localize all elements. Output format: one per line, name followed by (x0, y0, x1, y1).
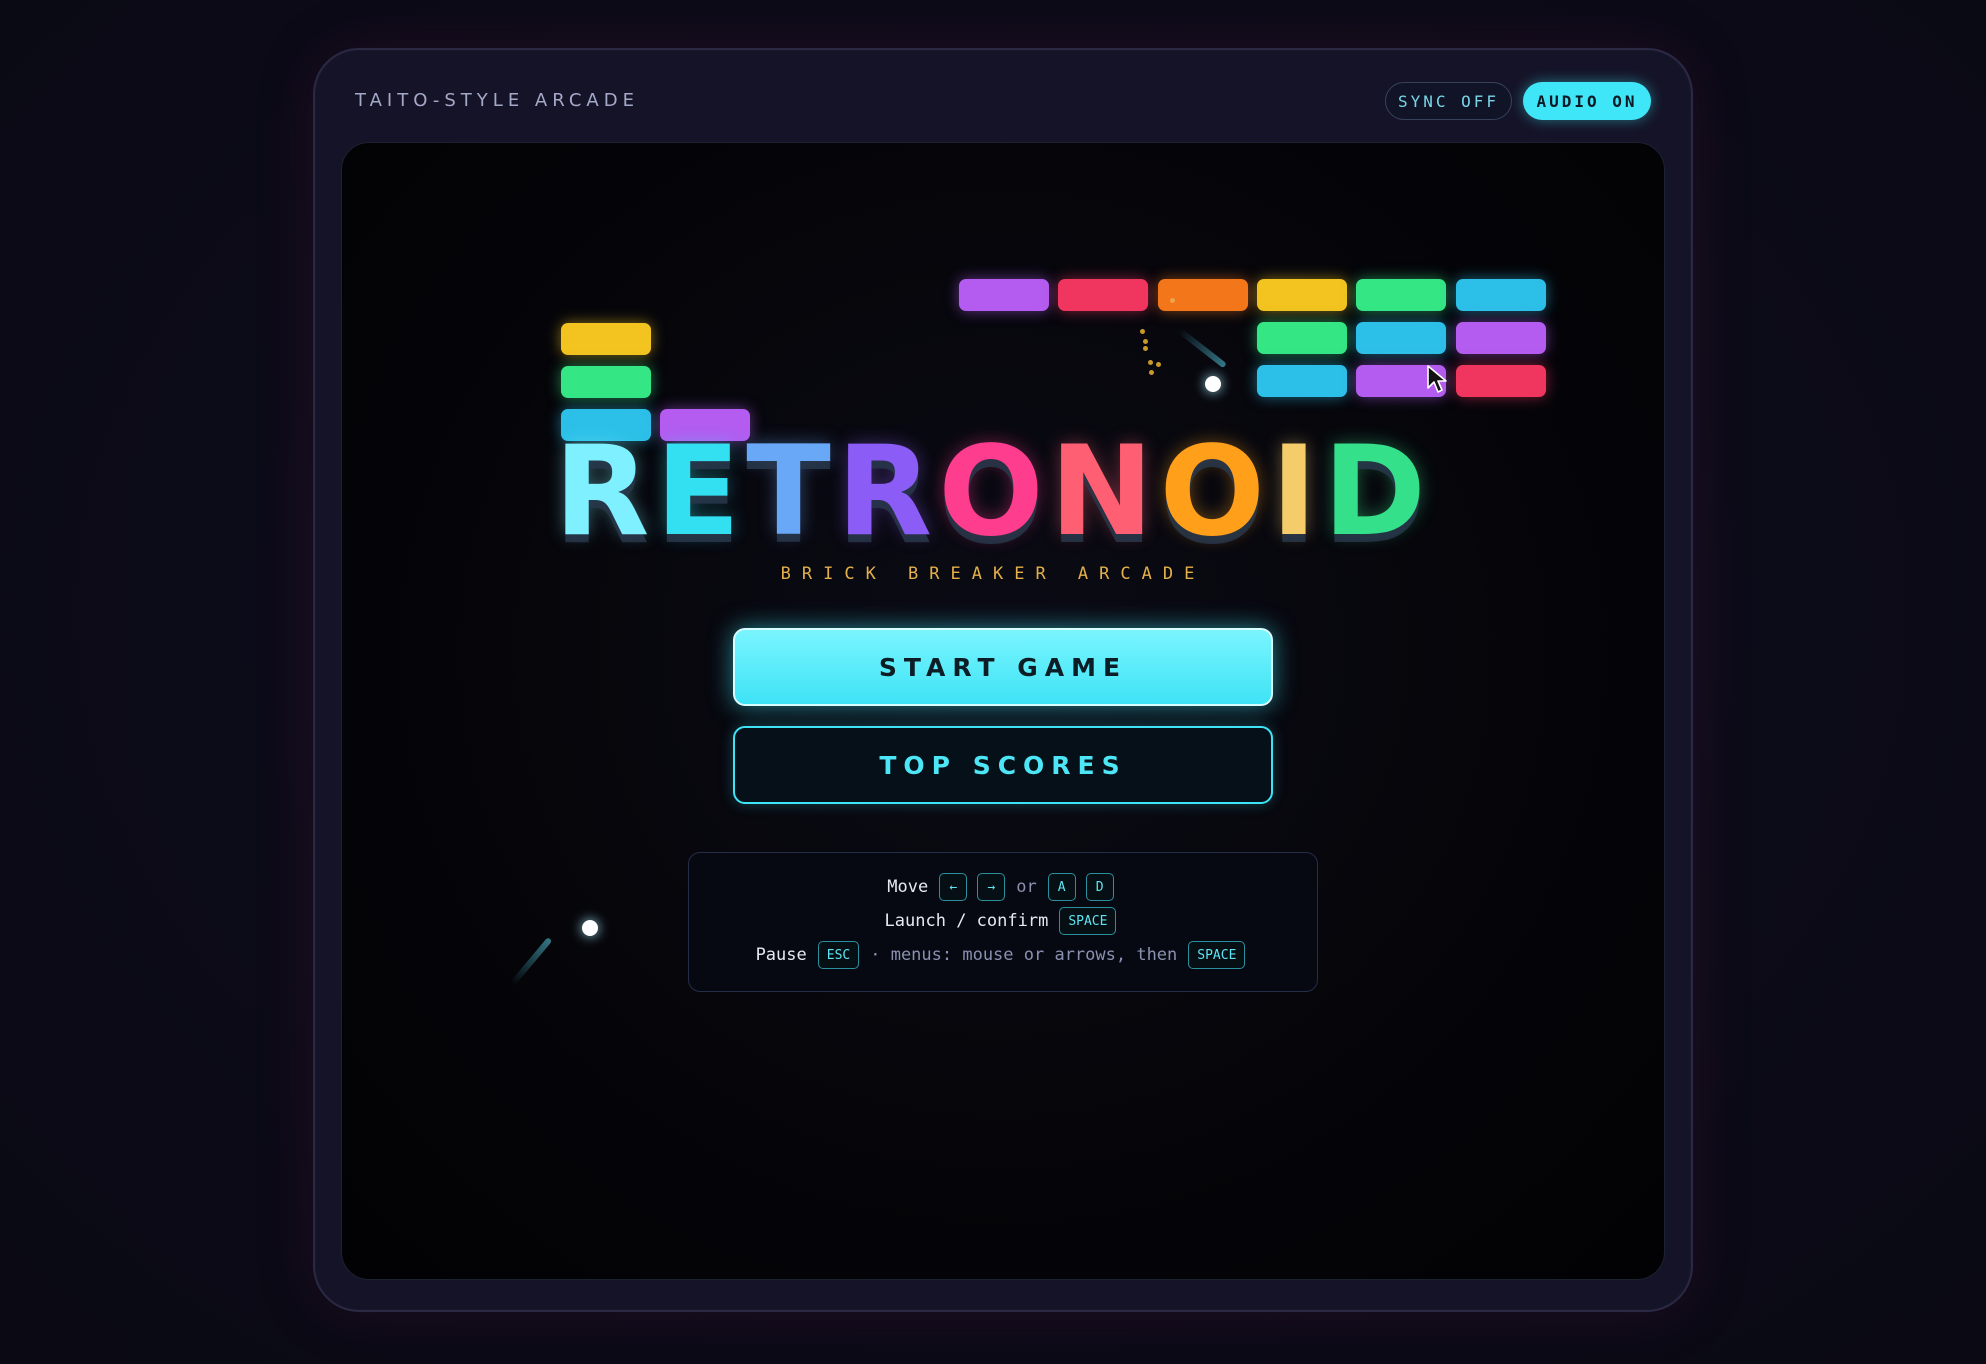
ball-icon (1205, 376, 1221, 392)
title-letter: R (836, 420, 939, 564)
title-letter: T (746, 420, 837, 564)
brick (561, 366, 651, 398)
a-key: A (1047, 873, 1076, 901)
mouse-pointer-icon (1427, 365, 1447, 393)
game-tagline: BRICK BREAKER ARCADE (780, 564, 1206, 584)
audio-toggle-button[interactable]: AUDIO ON (1523, 82, 1651, 120)
help-move-row: Move ← → or A D (689, 873, 1317, 901)
spark-particle (1156, 362, 1161, 367)
help-launch-row: Launch / confirm SPACE (689, 907, 1317, 935)
title-letter: O (1159, 420, 1271, 564)
title-letter: R (554, 420, 656, 564)
brick (1256, 365, 1347, 397)
brick (1157, 279, 1248, 311)
esc-key: ESC (817, 941, 860, 969)
brick (1256, 279, 1347, 311)
page-background: TAITO-STYLE ARCADE SYNC OFF AUDIO ON RET… (0, 0, 1986, 1364)
spark-particle (1148, 360, 1153, 365)
title-letter: N (1049, 420, 1160, 564)
spark-particle (1140, 329, 1145, 334)
game-title-logo: RETRONOID (0, 420, 1986, 564)
pause-label: Pause (755, 945, 807, 965)
brick (1058, 279, 1149, 311)
d-key: D (1085, 873, 1114, 901)
spark-particle (1149, 370, 1154, 375)
launch-label: Launch / confirm (884, 911, 1049, 931)
brand-label: TAITO-STYLE ARCADE (355, 90, 639, 111)
title-letter: I (1270, 420, 1324, 564)
or-label: or (1016, 877, 1037, 897)
help-pause-row: Pause ESC · menus: mouse or arrows, then… (689, 941, 1317, 969)
title-letter: D (1323, 420, 1432, 564)
brick (561, 323, 651, 355)
right-arrow-key: → (977, 873, 1006, 901)
sync-toggle-button[interactable]: SYNC OFF (1385, 82, 1512, 120)
brick (1455, 279, 1546, 311)
start-game-button[interactable]: START GAME (733, 628, 1273, 706)
spark-particle (1170, 298, 1175, 303)
spark-particle (1143, 346, 1148, 351)
ball-icon (582, 920, 598, 936)
title-letter: O (938, 420, 1050, 564)
ball-trail (1177, 327, 1227, 369)
menus-hint: · menus: mouse or arrows, then (870, 945, 1178, 965)
controls-help-panel: Move ← → or A D Launch / confirm SPACE P… (688, 852, 1318, 992)
brick (1455, 365, 1546, 397)
space-key: SPACE (1059, 907, 1117, 935)
title-letter: E (655, 420, 747, 564)
brick (1356, 322, 1447, 354)
brick (1455, 322, 1546, 354)
ball-trail (510, 937, 553, 986)
brick (1256, 322, 1347, 354)
left-arrow-key: ← (939, 873, 968, 901)
brick (959, 279, 1049, 311)
game-screen[interactable] (341, 142, 1665, 1280)
top-scores-button[interactable]: TOP SCORES (733, 726, 1273, 804)
move-label: Move (887, 877, 929, 897)
space-key: SPACE (1188, 941, 1246, 969)
brick (1356, 279, 1447, 311)
spark-particle (1143, 339, 1148, 344)
